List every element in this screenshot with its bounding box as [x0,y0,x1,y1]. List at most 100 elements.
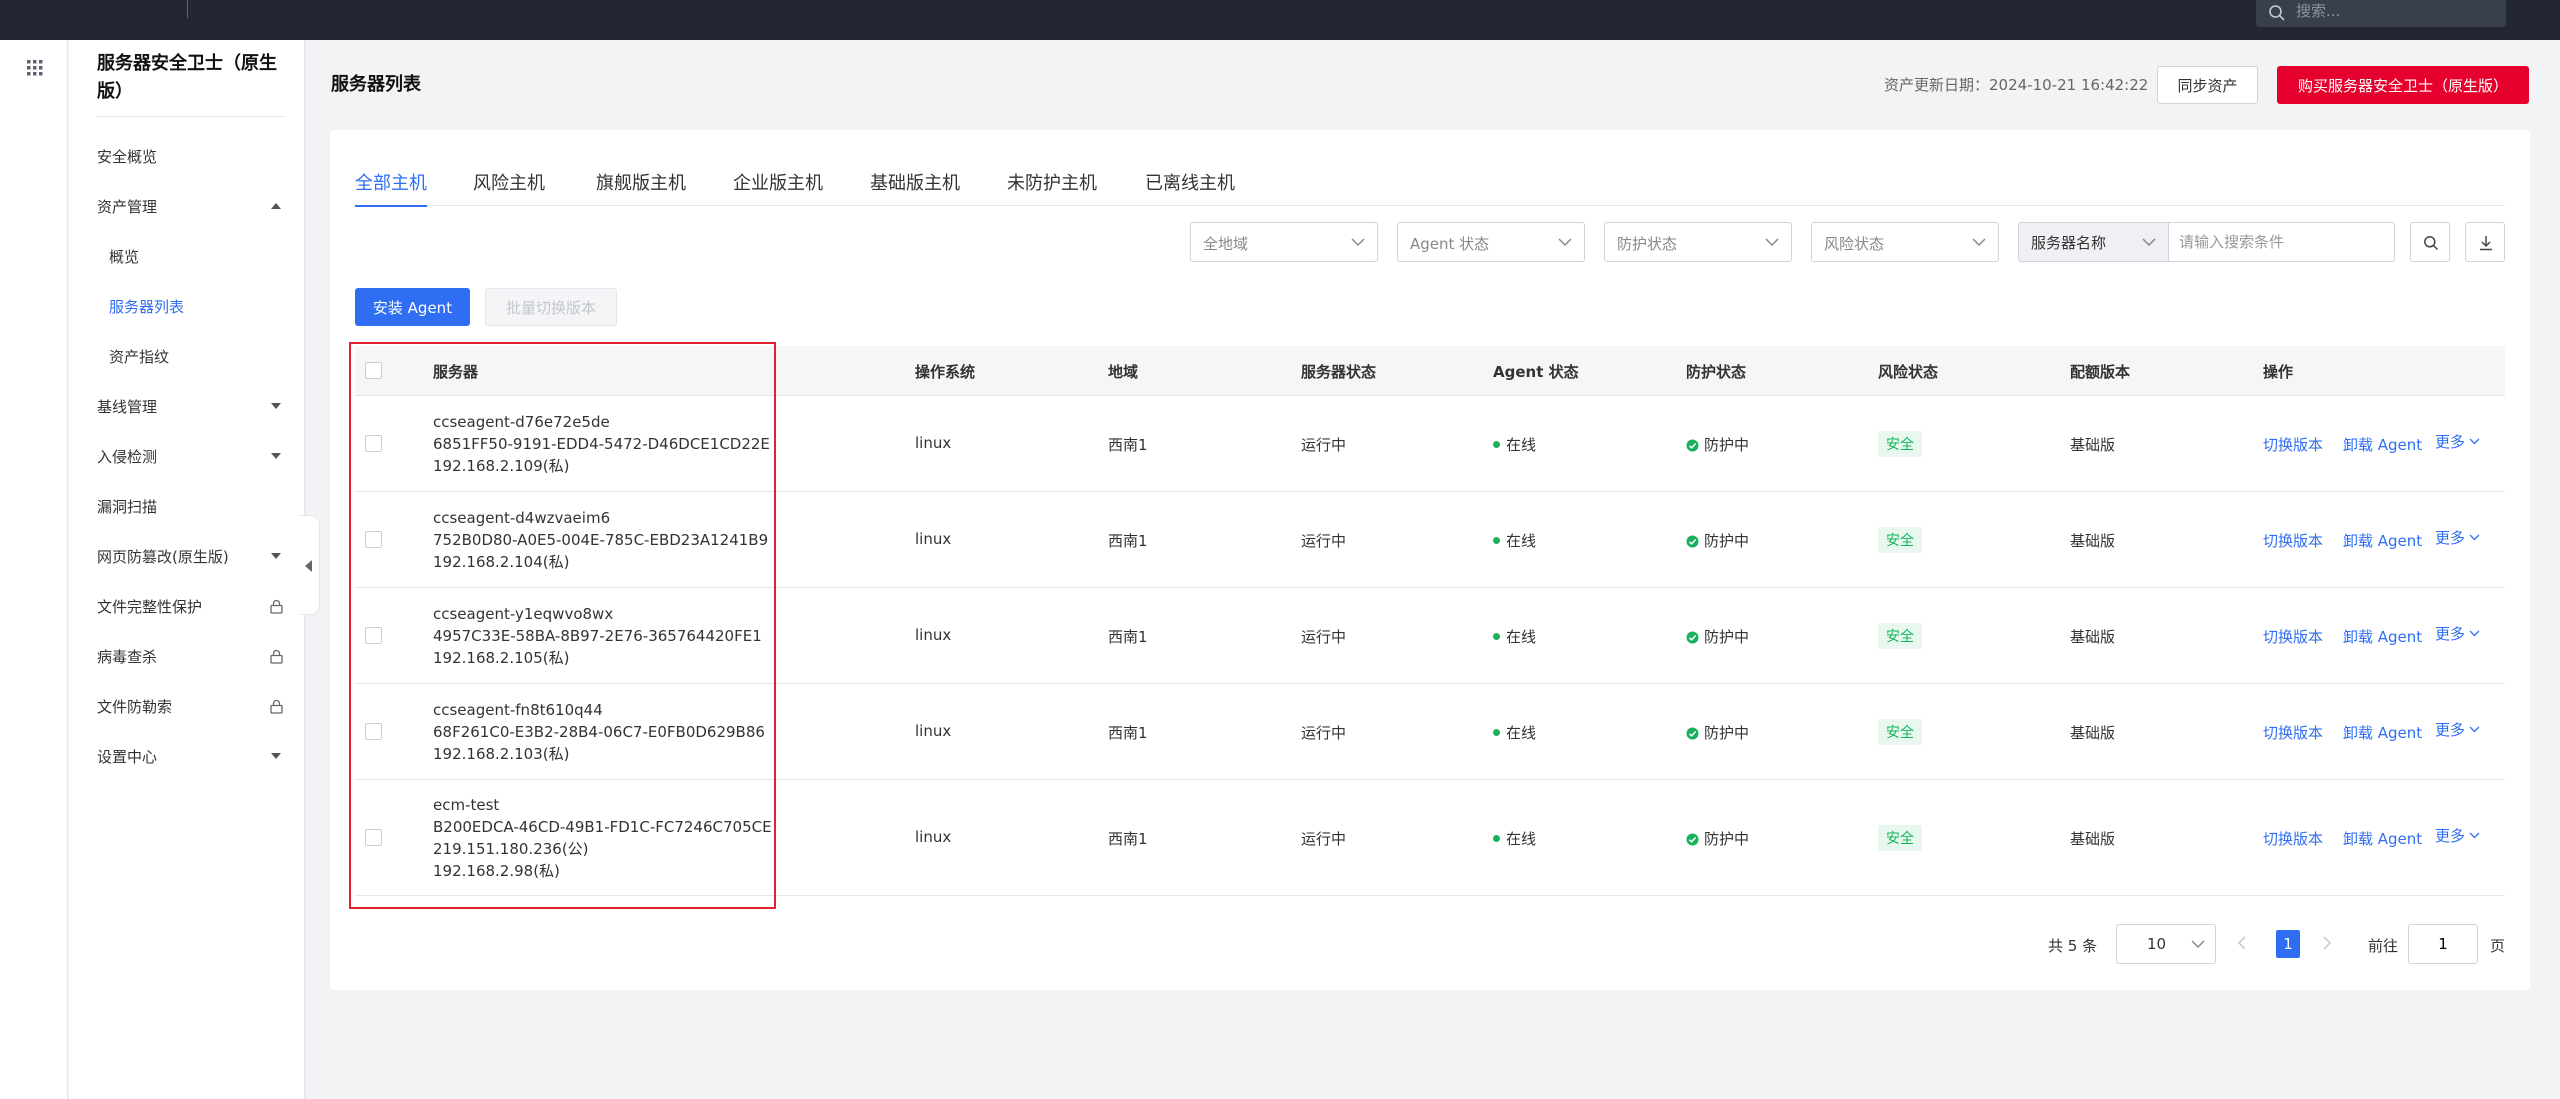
version-cell: 基础版 [2070,724,2116,742]
more-actions-link[interactable]: 更多 [2435,825,2480,846]
sync-assets-button[interactable]: 同步资产 [2157,66,2258,104]
switch-version-link[interactable]: 切换版本 [2263,626,2323,647]
download-button[interactable] [2465,222,2505,262]
sidebar-item-label: 入侵检测 [97,448,158,466]
page-title: 服务器列表 [331,74,421,95]
server-info: ccseagent-y1eqwvo8wx 4957C33E-58BA-8B97-2… [433,603,762,669]
global-search[interactable] [2256,0,2506,27]
agent-status-filter[interactable]: Agent 状态 [1397,222,1585,262]
global-search-input[interactable] [2296,0,2496,22]
buy-product-button[interactable]: 购买服务器安全卫士（原生版） [2277,66,2529,104]
uninstall-agent-link[interactable]: 卸载 Agent [2343,626,2422,647]
uninstall-agent-link[interactable]: 卸载 Agent [2343,434,2422,455]
page-size-select[interactable]: 10 [2116,924,2216,964]
chevron-down-icon [1765,238,1779,247]
row-checkbox[interactable] [365,627,382,644]
sidebar-item-9[interactable]: 文件完整性保护 [69,582,305,632]
apps-grid-icon[interactable] [27,60,43,76]
sidebar-item-1[interactable]: 资产管理 [69,182,305,232]
tab-3[interactable]: 企业版主机 [733,166,823,206]
risk-status-cell: 安全 [1878,623,1922,649]
server-name-link[interactable]: ccseagent-d76e72e5de [433,411,770,433]
server-status-cell: 运行中 [1301,724,1347,742]
col-server-status-header: 服务器状态 [1301,363,1377,381]
sidebar-item-4[interactable]: 资产指纹 [69,332,305,382]
row-checkbox[interactable] [365,435,382,452]
protect-status-filter[interactable]: 防护状态 [1604,222,1792,262]
sidebar-collapse-handle[interactable] [300,515,320,615]
check-circle-icon [1686,439,1699,452]
chevron-down-icon [2465,625,2480,643]
sidebar-item-8[interactable]: 网页防篡改(原生版) [69,532,305,582]
select-all-checkbox[interactable] [365,362,382,379]
row-checkbox[interactable] [365,723,382,740]
more-actions-link[interactable]: 更多 [2435,623,2480,644]
more-actions-link[interactable]: 更多 [2435,431,2480,452]
search-input[interactable] [2179,223,2389,261]
next-page-button[interactable] [2323,936,2332,950]
more-label: 更多 [2435,433,2466,451]
sidebar-item-2[interactable]: 概览 [69,232,305,282]
risk-status-filter[interactable]: 风险状态 [1811,222,1999,262]
sidebar-menu: 安全概览资产管理 概览 服务器列表 资产指纹 基线管理入侵检测漏洞扫描 网页防篡改(原生版… [69,132,305,782]
tab-0[interactable]: 全部主机 [355,166,427,207]
caret-down-icon [271,403,281,410]
more-actions-link[interactable]: 更多 [2435,527,2480,548]
chevron-down-icon [1351,238,1365,247]
version-cell: 基础版 [2070,830,2116,848]
switch-version-link[interactable]: 切换版本 [2263,722,2323,743]
risk-status-cell: 安全 [1878,431,1922,457]
switch-version-link[interactable]: 切换版本 [2263,530,2323,551]
caret-down-icon [271,753,281,760]
uninstall-agent-link[interactable]: 卸载 Agent [2343,722,2422,743]
goto-label: 前往 [2368,937,2399,955]
search-icon [2424,236,2439,251]
sidebar-item-label: 安全概览 [97,148,158,166]
protect-status-text: 防护中 [1704,724,1750,742]
server-name-link[interactable]: ccseagent-fn8t610q44 [433,699,765,721]
search-button[interactable] [2410,222,2450,262]
batch-switch-version-button[interactable]: 批量切换版本 [485,288,617,326]
region-cell: 西南1 [1108,830,1148,848]
protect-status-text: 防护中 [1704,830,1750,848]
server-name-link[interactable]: ccseagent-d4wzvaeim6 [433,507,768,529]
tab-5[interactable]: 未防护主机 [1007,166,1097,206]
switch-version-link[interactable]: 切换版本 [2263,828,2323,849]
table-header: 服务器 操作系统 地域 服务器状态 Agent 状态 防护状态 风险状态 配额版本 操作 [355,346,2505,396]
uninstall-agent-link[interactable]: 卸载 Agent [2343,530,2422,551]
prev-page-button[interactable] [2237,936,2246,950]
check-circle-icon [1686,727,1699,740]
install-agent-button[interactable]: 安装 Agent [355,288,470,326]
sidebar-item-6[interactable]: 入侵检测 [69,432,305,482]
col-actions-header: 操作 [2263,363,2294,381]
region-filter[interactable]: 全地域 [1190,222,1378,262]
more-actions-link[interactable]: 更多 [2435,719,2480,740]
sidebar-item-0[interactable]: 安全概览 [69,132,305,182]
row-checkbox[interactable] [365,531,382,548]
switch-version-link[interactable]: 切换版本 [2263,434,2323,455]
uninstall-agent-link[interactable]: 卸载 Agent [2343,828,2422,849]
search-field-select[interactable]: 服务器名称 [2019,223,2169,261]
sidebar-item-10[interactable]: 病毒查杀 [69,632,305,682]
table-row: ccseagent-d4wzvaeim6 752B0D80-A0E5-004E-7… [355,492,2505,588]
tab-4[interactable]: 基础版主机 [870,166,960,206]
server-table: 服务器 操作系统 地域 服务器状态 Agent 状态 防护状态 风险状态 配额版本 操作 ccs… [355,346,2505,896]
protect-status-cell: 防护中 [1686,530,1749,551]
sidebar-item-11[interactable]: 文件防勒索 [69,682,305,732]
sidebar-item-7[interactable]: 漏洞扫描 [69,482,305,532]
server-name-link[interactable]: ccseagent-y1eqwvo8wx [433,603,762,625]
tab-1[interactable]: 风险主机 [473,166,545,206]
sidebar-item-12[interactable]: 设置中心 [69,732,305,782]
risk-status-badge: 安全 [1878,719,1922,745]
tab-6[interactable]: 已离线主机 [1145,166,1235,206]
col-version-header: 配额版本 [2070,363,2131,381]
tab-2[interactable]: 旗舰版主机 [596,166,686,206]
sidebar-item-3[interactable]: 服务器列表 [69,282,305,332]
goto-page-input[interactable] [2408,924,2478,964]
row-checkbox[interactable] [365,829,382,846]
search-icon [2268,4,2286,22]
page-number-current[interactable]: 1 [2276,930,2300,958]
sidebar-item-5[interactable]: 基线管理 [69,382,305,432]
goto-page-suffix: 页 [2490,937,2506,955]
server-name-link[interactable]: ecm-test [433,794,772,816]
